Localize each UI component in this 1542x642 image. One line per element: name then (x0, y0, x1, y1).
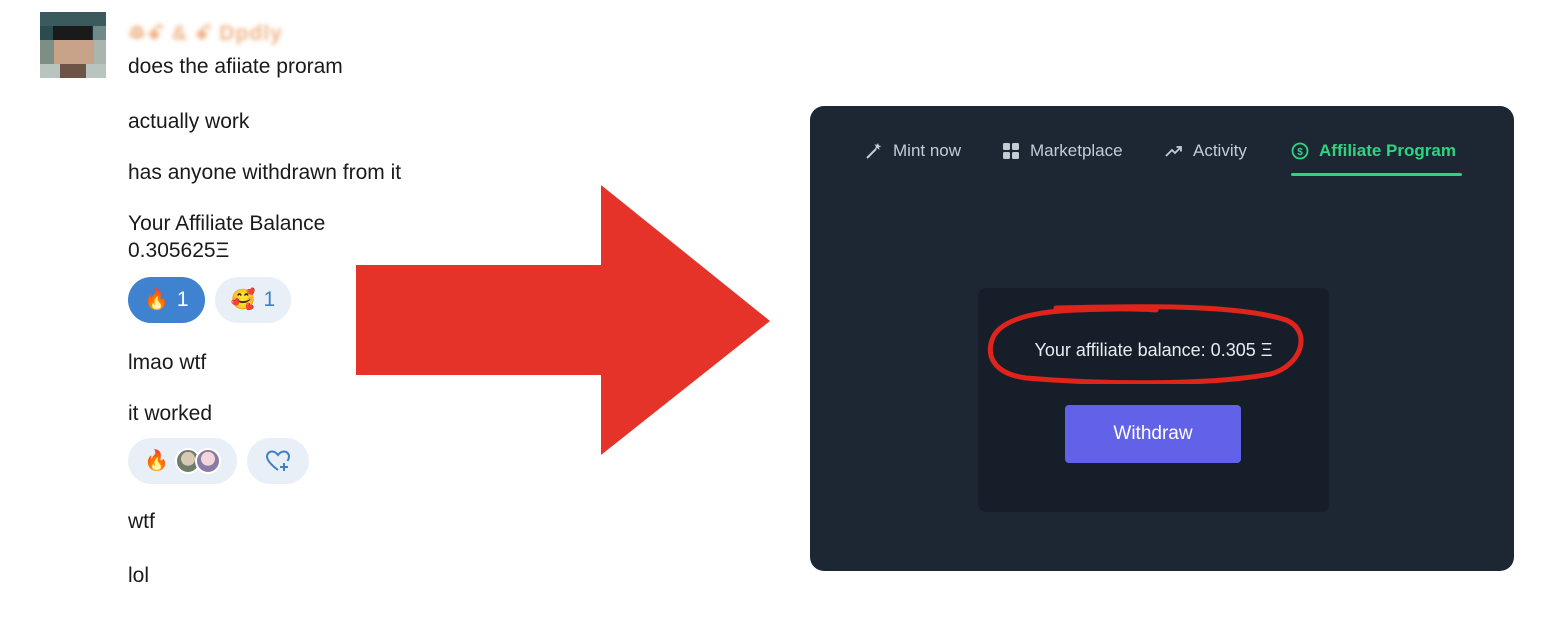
reaction-bar: 🔥 1 🥰 1 (128, 277, 292, 323)
reaction-fire[interactable]: 🔥 1 (128, 277, 205, 323)
nav-marketplace[interactable]: Marketplace (1002, 132, 1123, 170)
top-nav: Mint now Marketplace Activity $ Affiliat… (810, 132, 1514, 176)
nav-label: Mint now (893, 141, 962, 160)
chat-message: Your Affiliate Balance 0.305625Ξ (128, 212, 326, 262)
chat-message: does the afiiate proram (128, 55, 343, 78)
chat-message: it worked (128, 402, 213, 425)
magic-wand-icon (866, 143, 882, 159)
nav-label: Affiliate Program (1319, 141, 1456, 160)
nav-affiliate-program[interactable]: $ Affiliate Program (1291, 132, 1462, 176)
affiliate-balance-text: Your affiliate balance: 0.305 Ξ (1034, 340, 1273, 360)
red-arrow (356, 185, 770, 455)
smiling-face-hearts-icon: 🥰 (230, 289, 256, 311)
reaction-count: 1 (176, 288, 189, 311)
withdraw-button[interactable]: Withdraw (1065, 405, 1241, 463)
reaction-smiling-hearts[interactable]: 🥰 1 (214, 277, 292, 323)
chat-message: has anyone withdrawn from it (128, 161, 402, 184)
username[interactable]: ꖘꗃ & ꗃ Dpdly (128, 22, 283, 45)
chat-message: actually work (128, 110, 250, 133)
reaction-count: 1 (263, 288, 276, 311)
affiliate-screenshot-panel: Mint now Marketplace Activity $ Affiliat… (810, 106, 1514, 571)
affiliate-balance-card: Your affiliate balance: 0.305 Ξ Withdraw (978, 288, 1329, 512)
grid-icon (1003, 143, 1019, 159)
reaction-fire[interactable]: 🔥 (128, 438, 237, 484)
chat-message: lol (128, 564, 150, 587)
nav-label: Marketplace (1030, 141, 1123, 160)
nav-label: Activity (1193, 141, 1247, 160)
add-reaction-icon (265, 450, 290, 471)
reaction-bar: 🔥 (128, 438, 309, 484)
fire-icon: 🔥 (144, 289, 169, 311)
nav-activity[interactable]: Activity (1165, 132, 1247, 170)
reactor-avatar (194, 448, 221, 474)
add-reaction-button[interactable] (246, 438, 309, 484)
fire-icon: 🔥 (144, 450, 169, 472)
nav-mint-now[interactable]: Mint now (865, 132, 961, 170)
chat-message: wtf (128, 510, 155, 533)
user-avatar[interactable] (40, 12, 106, 78)
dollar-circle-icon: $ (1291, 142, 1309, 160)
chat-message: lmao wtf (128, 351, 207, 374)
trend-up-icon (1165, 146, 1182, 157)
svg-text:$: $ (1297, 147, 1303, 158)
